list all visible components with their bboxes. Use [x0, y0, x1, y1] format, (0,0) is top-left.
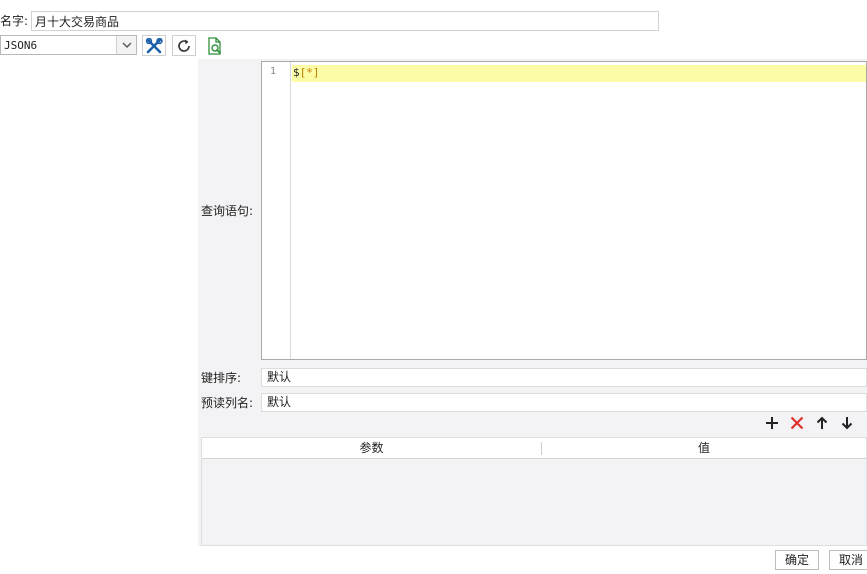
code-token-bracket-close: ]: [312, 66, 320, 79]
name-label: 名字:: [0, 14, 29, 28]
ok-button[interactable]: 确定: [775, 550, 819, 570]
column-header-value[interactable]: 值: [542, 438, 866, 458]
code-token-star: *: [306, 66, 313, 79]
edit-dataset-button[interactable]: [142, 35, 166, 56]
param-table[interactable]: 参数 值: [201, 437, 867, 546]
code-token-dollar: $: [293, 66, 300, 79]
code-line[interactable]: $[*]: [293, 66, 320, 80]
sort-select[interactable]: 默认: [261, 368, 867, 387]
column-header-param[interactable]: 参数: [202, 438, 541, 458]
refresh-button[interactable]: [172, 35, 196, 56]
query-label: 查询语句:: [201, 204, 254, 218]
add-param-button[interactable]: [762, 414, 782, 432]
dataset-tree-panel[interactable]: [0, 59, 198, 546]
line-number: 1: [269, 66, 277, 77]
query-editor[interactable]: 1 $[*]: [261, 61, 867, 360]
move-up-button[interactable]: [812, 414, 832, 432]
dataset-select-value: JSON6: [4, 39, 38, 52]
name-input[interactable]: [31, 11, 659, 31]
preread-label: 预读列名:: [201, 396, 254, 410]
delete-param-button[interactable]: [787, 414, 807, 432]
param-table-header: 参数 值: [202, 438, 866, 459]
dataset-select[interactable]: JSON6: [0, 35, 137, 55]
preview-button[interactable]: [206, 36, 226, 56]
more-button[interactable]: [861, 414, 867, 432]
sort-label: 键排序:: [201, 371, 242, 385]
preread-select[interactable]: 默认: [261, 393, 867, 412]
dialog-footer: [0, 546, 867, 574]
cancel-button[interactable]: 取消: [829, 550, 867, 570]
file-search-icon: [206, 37, 224, 59]
current-line-highlight: [292, 65, 866, 82]
chevron-down-icon[interactable]: [116, 36, 136, 54]
move-down-button[interactable]: [837, 414, 857, 432]
editor-gutter: 1: [262, 62, 291, 359]
